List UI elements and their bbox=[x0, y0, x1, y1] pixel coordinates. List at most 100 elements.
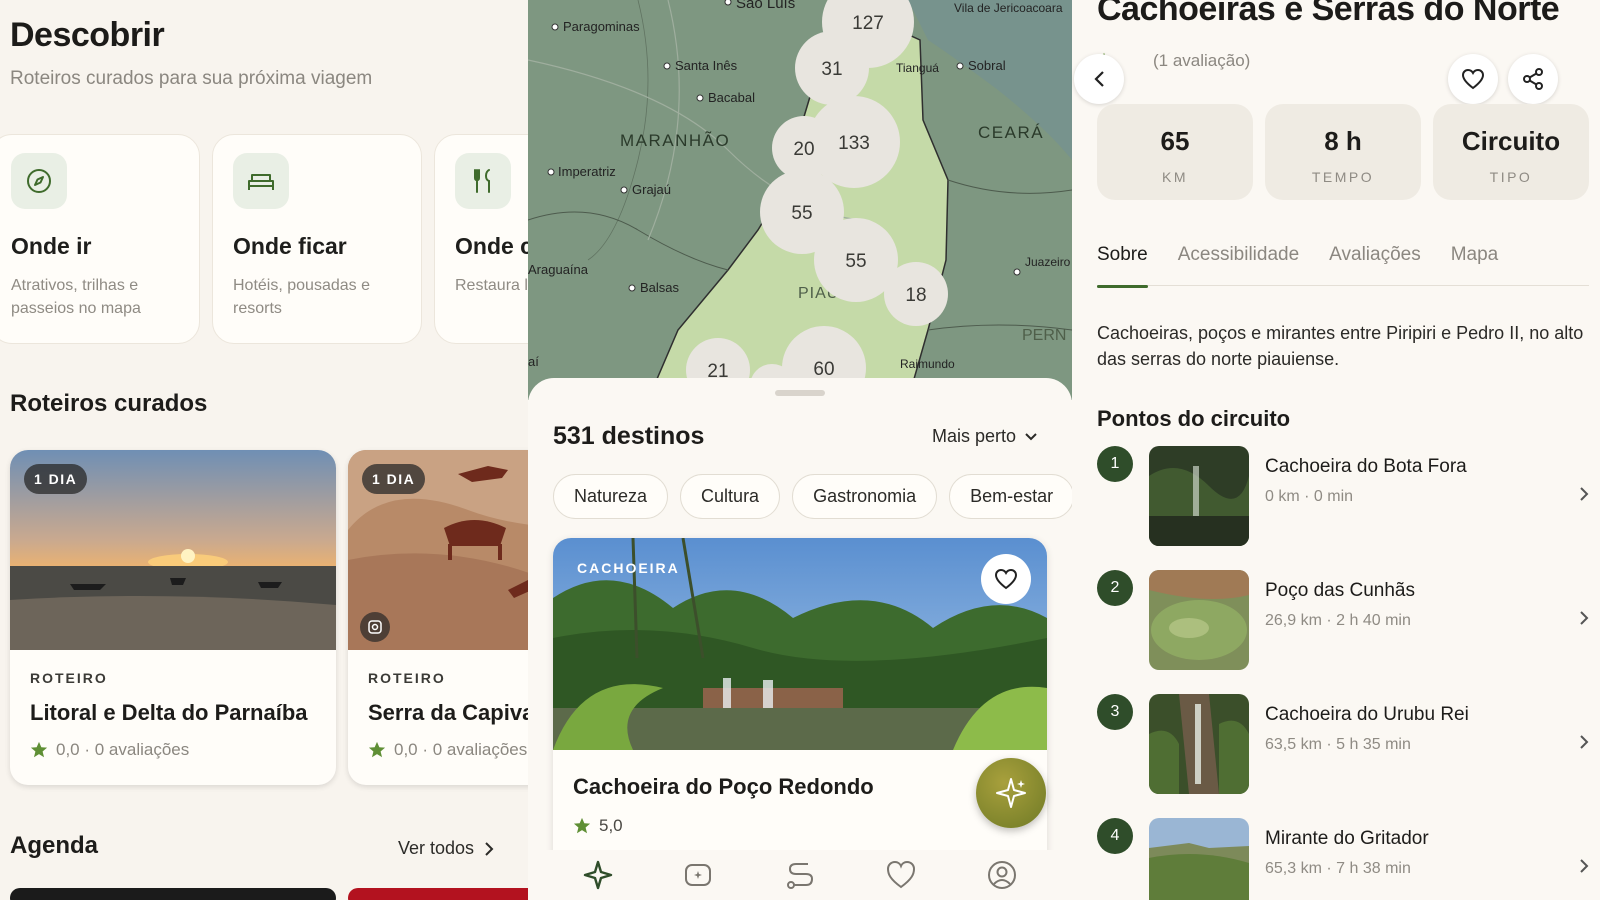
map-label: Raimundo bbox=[900, 357, 955, 371]
filter-chip[interactable]: Gastronomia bbox=[792, 474, 938, 519]
sort-dropdown[interactable]: Mais perto bbox=[932, 426, 1038, 447]
profile-icon[interactable] bbox=[986, 859, 1018, 891]
point-number: 3 bbox=[1097, 694, 1133, 730]
place-rating-value: 5,0 bbox=[599, 816, 623, 835]
chevron-right-icon bbox=[1580, 859, 1589, 873]
favorite-button[interactable] bbox=[981, 554, 1031, 604]
heart-icon[interactable] bbox=[885, 860, 917, 890]
map-label: Bacabal bbox=[708, 90, 755, 105]
circuit-point[interactable]: 3 Cachoeira do Urubu Rei 63,5 km · 5 h 3… bbox=[1097, 694, 1589, 798]
ai-chat-icon[interactable] bbox=[683, 859, 715, 891]
chevron-down-icon bbox=[1025, 432, 1037, 440]
route-rating-text: 0,0 · 0 avaliações bbox=[394, 740, 528, 759]
svg-text:60: 60 bbox=[813, 359, 834, 380]
route-rating-text: 0,0 · 0 avaliações bbox=[56, 740, 190, 759]
point-meta: 0 km · 0 min bbox=[1265, 488, 1354, 505]
route-kicker: ROTEIRO bbox=[368, 670, 446, 686]
circuit-point[interactable]: 2 Poço das Cunhãs 26,9 km · 2 h 40 min bbox=[1097, 570, 1589, 674]
category-name: Onde ficar bbox=[233, 233, 347, 259]
back-button[interactable] bbox=[1074, 54, 1124, 104]
route-stats: 65 KM 8 h TEMPO Circuito TIPO bbox=[1097, 104, 1589, 200]
route-photo-sunset: 1 DIA bbox=[10, 450, 336, 650]
ai-assistant-button[interactable] bbox=[976, 758, 1046, 828]
map-label: São Luís bbox=[736, 0, 795, 12]
map-label: Imperatriz bbox=[558, 164, 616, 179]
map-label: Araguaína bbox=[528, 262, 589, 277]
map-label: Juazeiro do Norte bbox=[1025, 255, 1072, 269]
detail-tabs: Sobre Acessibilidade Avaliações Mapa bbox=[1097, 244, 1589, 288]
point-number: 1 bbox=[1097, 446, 1133, 482]
stat-label: KM bbox=[1162, 169, 1188, 185]
category-desc: Atrativos, trilhas e passeios no mapa bbox=[11, 277, 141, 318]
point-meta: 26,9 km · 2 h 40 min bbox=[1265, 612, 1411, 629]
map-label: Vila de Jericoacoara bbox=[954, 1, 1063, 15]
star-icon bbox=[30, 741, 48, 758]
share-button[interactable] bbox=[1508, 54, 1558, 104]
tab-sobre[interactable]: Sobre bbox=[1097, 244, 1148, 288]
discover-screen: Descobrir Roteiros curados para sua próx… bbox=[0, 0, 528, 900]
agenda-event-card[interactable] bbox=[348, 888, 528, 900]
route-rating: 0,0 · 0 avaliações bbox=[368, 740, 528, 760]
see-all-link[interactable]: Ver todos bbox=[398, 838, 494, 859]
category-row: Onde ir Atrativos, trilhas e passeios no… bbox=[0, 134, 528, 344]
map-view[interactable]: Paragominas São Luís Santa Inês Bacabal … bbox=[528, 0, 1072, 410]
rating-count: (1 avaliação) bbox=[1153, 51, 1251, 70]
circuit-point[interactable]: 4 Mirante do Gritador 65,3 km · 7 h 38 m… bbox=[1097, 818, 1589, 900]
chevron-right-icon bbox=[485, 841, 494, 856]
page-subtitle: Roteiros curados para sua próxima viagem bbox=[10, 68, 373, 89]
place-card[interactable]: CACHOEIRA Cachoeira do Poço Redondo 5,0 bbox=[553, 538, 1047, 868]
favorite-button[interactable] bbox=[1448, 54, 1498, 104]
category-card-onde-ir[interactable]: Onde ir Atrativos, trilhas e passeios no… bbox=[0, 134, 200, 344]
map-label: Paragominas bbox=[563, 19, 640, 34]
point-number: 4 bbox=[1097, 818, 1133, 854]
heart-icon bbox=[994, 568, 1018, 590]
route-card-capivara[interactable]: 1 DIA ROTEIRO Serra da Capiva 0,0 · 0 av… bbox=[348, 450, 528, 785]
sheet-drag-handle[interactable] bbox=[775, 390, 825, 396]
map-label: Grajaú bbox=[632, 182, 671, 197]
tab-acessibilidade[interactable]: Acessibilidade bbox=[1178, 244, 1299, 286]
route-name: Litoral e Delta do Parnaíba bbox=[30, 700, 308, 725]
map-label: CEARÁ bbox=[978, 123, 1044, 142]
stat-value: Circuito bbox=[1461, 126, 1561, 156]
route-card-litoral[interactable]: 1 DIA ROTEIRO Litoral e Delta do Parnaíb… bbox=[10, 450, 336, 785]
map-cluster[interactable]: 31 bbox=[795, 31, 869, 105]
compass-icon bbox=[11, 153, 67, 209]
tab-avaliacoes[interactable]: Avaliações bbox=[1329, 244, 1421, 286]
sparkle-icon[interactable] bbox=[582, 859, 614, 891]
curated-section-title: Roteiros curados bbox=[10, 390, 208, 417]
point-meta: 65,3 km · 7 h 38 min bbox=[1265, 860, 1411, 877]
map-label: Santa Inês bbox=[675, 58, 738, 73]
route-photo-rock-art: 1 DIA bbox=[348, 450, 528, 650]
route-name: Serra da Capiva bbox=[368, 700, 528, 725]
route-carousel: 1 DIA ROTEIRO Litoral e Delta do Parnaíb… bbox=[10, 450, 528, 785]
point-number: 2 bbox=[1097, 570, 1133, 606]
map-cluster[interactable]: 18 bbox=[884, 262, 948, 326]
chevron-right-icon bbox=[1580, 611, 1589, 625]
route-rating: 0,0 · 0 avaliações bbox=[30, 740, 336, 760]
category-card-onde-ficar[interactable]: Onde ficar Hotéis, pousadas e resorts bbox=[212, 134, 422, 344]
stat-type: Circuito TIPO bbox=[1433, 104, 1589, 200]
svg-text:55: 55 bbox=[845, 251, 866, 272]
circuit-point[interactable]: 1 Cachoeira do Bota Fora 0 km · 0 min bbox=[1097, 446, 1589, 550]
category-desc: Hotéis, pousadas e resorts bbox=[233, 277, 370, 318]
place-rating: 5,0 bbox=[573, 816, 623, 836]
gallery-icon[interactable] bbox=[360, 612, 390, 642]
category-card-onde-comer[interactable]: Onde c Restaura locais bbox=[434, 134, 528, 344]
results-sheet: 531 destinos Mais perto Natureza Cultura… bbox=[528, 378, 1072, 900]
filter-chip[interactable]: Bem-estar bbox=[949, 474, 1072, 519]
share-icon bbox=[1523, 68, 1543, 90]
sort-label: Mais perto bbox=[932, 426, 1017, 446]
stat-value: 65 bbox=[1160, 126, 1190, 156]
stat-distance: 65 KM bbox=[1097, 104, 1253, 200]
tab-mapa[interactable]: Mapa bbox=[1451, 244, 1499, 286]
route-icon[interactable] bbox=[784, 859, 816, 891]
filter-chip[interactable]: Natureza bbox=[553, 474, 669, 519]
category-name: Onde c bbox=[455, 233, 528, 259]
point-photo bbox=[1149, 446, 1249, 546]
chevron-left-icon bbox=[1094, 71, 1104, 87]
destination-count: 531 destinos bbox=[553, 422, 705, 450]
filter-chip[interactable]: Cultura bbox=[680, 474, 781, 519]
see-all-label: Ver todos bbox=[398, 838, 475, 858]
route-title: Cachoeiras e Serras do Norte bbox=[1097, 0, 1560, 28]
agenda-event-card[interactable] bbox=[10, 888, 336, 900]
